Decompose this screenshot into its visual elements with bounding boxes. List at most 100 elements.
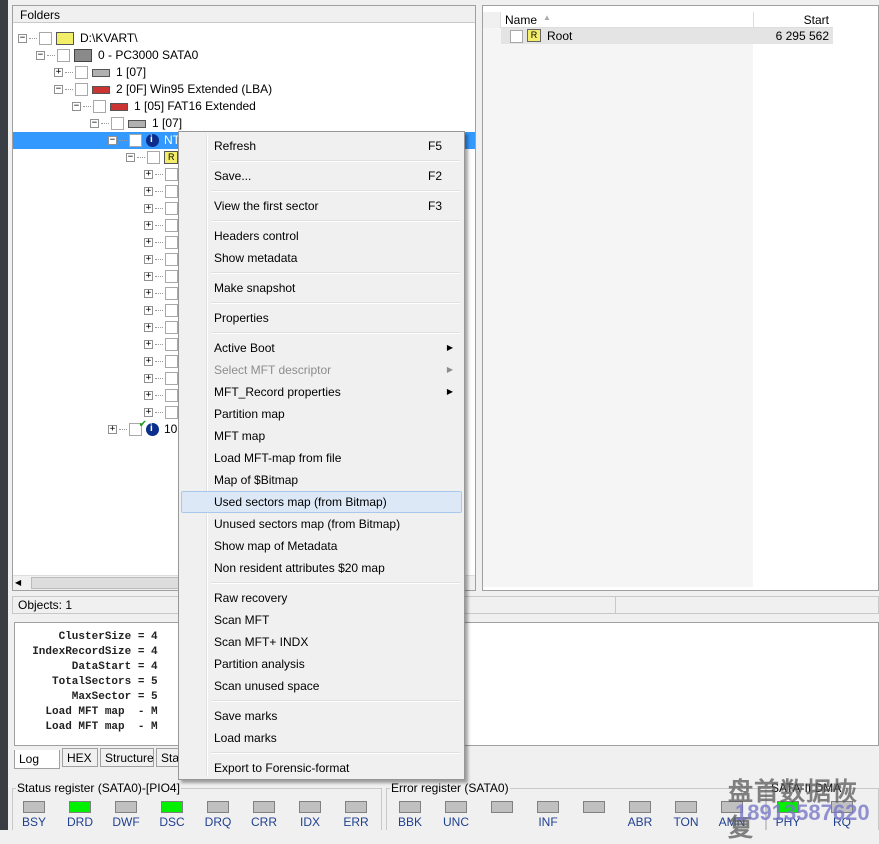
node-checkbox[interactable] <box>165 304 178 317</box>
tree-node[interactable]: +1 [07] <box>13 64 475 81</box>
menu-separator <box>181 269 462 277</box>
node-label: D:\KVART\ <box>80 31 138 45</box>
collapse-icon[interactable]: − <box>36 51 45 60</box>
node-checkbox[interactable] <box>129 134 142 147</box>
menu-item-mft-map[interactable]: MFT map <box>181 425 462 447</box>
node-checkbox[interactable] <box>165 168 178 181</box>
node-checkbox[interactable] <box>93 100 106 113</box>
tree-node[interactable]: − 1 [07] <box>13 115 475 132</box>
menu-item-scan-mft-indx[interactable]: Scan MFT+ INDX <box>181 631 462 653</box>
expand-icon[interactable]: + <box>144 170 153 179</box>
expand-icon[interactable]: + <box>144 289 153 298</box>
menu-item-view-the-first-sector[interactable]: View the first sector F3 <box>181 195 462 217</box>
expand-icon[interactable]: + <box>144 187 153 196</box>
node-checkbox[interactable] <box>57 49 70 62</box>
node-checkbox[interactable] <box>165 355 178 368</box>
tab-structure[interactable]: Structure <box>100 748 154 767</box>
menu-item-load-marks[interactable]: Load marks <box>181 727 462 749</box>
list-row[interactable]: R Root 6 295 562 <box>501 28 833 44</box>
menu-item-partition-map[interactable]: Partition map <box>181 403 462 425</box>
node-checkbox[interactable] <box>39 32 52 45</box>
menu-item-save-marks[interactable]: Save marks <box>181 705 462 727</box>
scrollbar-thumb[interactable] <box>31 577 191 589</box>
node-checkbox[interactable] <box>165 287 178 300</box>
expand-icon[interactable]: + <box>144 306 153 315</box>
menu-shortcut: F3 <box>427 199 442 213</box>
expand-icon[interactable]: + <box>144 408 153 417</box>
node-checkbox[interactable] <box>147 151 160 164</box>
node-checkbox[interactable]: ✔ <box>129 419 147 436</box>
expand-icon[interactable]: + <box>144 391 153 400</box>
collapse-icon[interactable]: − <box>72 102 81 111</box>
column-header-name[interactable]: Name <box>505 13 537 27</box>
node-checkbox[interactable] <box>111 117 124 130</box>
collapse-icon[interactable]: − <box>90 119 99 128</box>
node-checkbox[interactable] <box>165 270 178 283</box>
tree-connector <box>65 72 73 73</box>
tree-node[interactable]: − 1 [05] FAT16 Extended <box>13 98 475 115</box>
node-checkbox[interactable] <box>75 66 88 79</box>
menu-separator <box>181 329 462 337</box>
menu-item-mft-record-properties[interactable]: MFT_Record properties ▶ <box>181 381 462 403</box>
menu-item-label: Make snapshot <box>214 281 296 295</box>
menu-item-refresh[interactable]: Refresh F5 <box>181 135 462 157</box>
menu-item-scan-mft[interactable]: Scan MFT <box>181 609 462 631</box>
scroll-left-arrow-icon[interactable]: ◀ <box>15 578 21 587</box>
collapse-icon[interactable]: − <box>126 153 135 162</box>
node-checkbox[interactable] <box>75 83 88 96</box>
expand-icon[interactable]: + <box>144 238 153 247</box>
node-checkbox[interactable] <box>165 321 178 334</box>
expand-icon[interactable]: + <box>144 357 153 366</box>
menu-item-show-map-of-metadata[interactable]: Show map of Metadata <box>181 535 462 557</box>
tree-node[interactable]: − D:\KVART\ <box>13 30 475 47</box>
expand-icon[interactable]: + <box>144 340 153 349</box>
collapse-icon[interactable]: − <box>18 34 27 43</box>
expand-icon[interactable]: + <box>54 68 63 77</box>
tree-node[interactable]: − 0 - PC3000 SATA0 <box>13 47 475 64</box>
menu-item-load-mft-map-from-file[interactable]: Load MFT-map from file <box>181 447 462 469</box>
menu-item-select-mft-descriptor[interactable]: Select MFT descriptor ▶ <box>181 359 462 381</box>
node-checkbox[interactable] <box>165 219 178 232</box>
row-start: 6 295 562 <box>775 29 829 43</box>
node-checkbox[interactable] <box>165 389 178 402</box>
expand-icon[interactable]: + <box>144 272 153 281</box>
submenu-arrow-icon: ▶ <box>446 365 453 374</box>
menu-item-used-sectors-map-from-bitmap[interactable]: Used sectors map (from Bitmap) <box>181 491 462 513</box>
node-checkbox[interactable] <box>165 338 178 351</box>
collapse-icon[interactable]: − <box>54 85 63 94</box>
row-checkbox[interactable] <box>510 30 523 43</box>
menu-item-export-to-forensic-format[interactable]: Export to Forensic-format <box>181 757 462 779</box>
menu-item-active-boot[interactable]: Active Boot ▶ <box>181 337 462 359</box>
tree-connector <box>155 412 163 413</box>
tab-hex[interactable]: HEX <box>62 748 98 767</box>
menu-item-scan-unused-space[interactable]: Scan unused space <box>181 675 462 697</box>
expand-icon[interactable]: + <box>144 255 153 264</box>
expand-icon[interactable]: + <box>108 425 117 434</box>
menu-shortcut: F2 <box>427 169 442 183</box>
node-checkbox[interactable] <box>165 372 178 385</box>
menu-item-properties[interactable]: Properties <box>181 307 462 329</box>
column-header-start[interactable]: Start <box>753 12 833 28</box>
menu-item-headers-control[interactable]: Headers control <box>181 225 462 247</box>
menu-item-unused-sectors-map-from-bitmap[interactable]: Unused sectors map (from Bitmap) <box>181 513 462 535</box>
expand-icon[interactable]: + <box>144 374 153 383</box>
expand-icon[interactable]: + <box>144 204 153 213</box>
node-checkbox[interactable] <box>165 253 178 266</box>
tree-node[interactable]: − 2 [0F] Win95 Extended (LBA) <box>13 81 475 98</box>
tab-log[interactable]: Log <box>14 750 60 769</box>
menu-item-save[interactable]: Save... F2 <box>181 165 462 187</box>
menu-item-map-of-bitmap[interactable]: Map of $Bitmap <box>181 469 462 491</box>
node-checkbox[interactable] <box>165 202 178 215</box>
node-checkbox[interactable] <box>165 406 178 419</box>
menu-item-raw-recovery[interactable]: Raw recovery <box>181 587 462 609</box>
menu-item-non-resident-attributes-20-map[interactable]: Non resident attributes $20 map <box>181 557 462 579</box>
extended-icon <box>92 86 110 94</box>
node-checkbox[interactable] <box>165 185 178 198</box>
menu-item-show-metadata[interactable]: Show metadata <box>181 247 462 269</box>
menu-item-make-snapshot[interactable]: Make snapshot <box>181 277 462 299</box>
menu-item-partition-analysis[interactable]: Partition analysis <box>181 653 462 675</box>
collapse-icon[interactable]: − <box>108 136 117 145</box>
node-checkbox[interactable] <box>165 236 178 249</box>
expand-icon[interactable]: + <box>144 221 153 230</box>
expand-icon[interactable]: + <box>144 323 153 332</box>
